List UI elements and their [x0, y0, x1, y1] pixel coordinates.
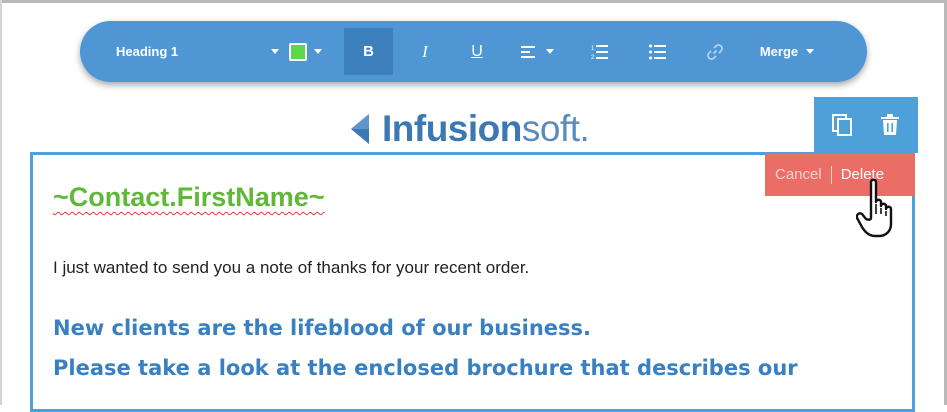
svg-text:1: 1 [591, 46, 595, 52]
cancel-delete-button[interactable]: Cancel [775, 166, 822, 183]
text-color-dropdown[interactable] [285, 21, 325, 82]
heading-style-label: Heading 1 [116, 44, 179, 59]
merge-field-heading[interactable]: ~Contact.FirstName~ [53, 182, 325, 213]
trash-icon[interactable] [878, 113, 902, 137]
window-frame-left [0, 0, 2, 405]
underline-label: U [471, 42, 483, 60]
promo-paragraph-line[interactable]: New clients are the lifeblood of our bus… [53, 316, 591, 340]
heading-style-dropdown[interactable]: Heading 1 [116, 21, 279, 82]
chevron-down-icon [806, 49, 815, 54]
svg-text:2: 2 [591, 55, 595, 60]
bold-button[interactable]: B [344, 28, 393, 75]
link-icon [707, 43, 723, 60]
chevron-down-icon [271, 49, 279, 54]
unordered-list-button[interactable] [643, 21, 673, 82]
window-frame-top [0, 0, 947, 3]
chevron-down-icon [313, 49, 322, 54]
logo-mark-icon [351, 114, 369, 144]
italic-button[interactable]: I [410, 21, 440, 82]
unordered-list-icon [649, 44, 666, 59]
promo-paragraph-line[interactable]: Please take a look at the enclosed broch… [53, 356, 798, 380]
italic-label: I [422, 41, 428, 61]
logo-wordmark: Infusionsoft. [382, 108, 590, 150]
insert-link-button[interactable] [700, 21, 730, 82]
merge-field-dropdown[interactable]: Merge [752, 21, 822, 82]
trash-icon-glyph [881, 114, 899, 135]
hand-pointer-cursor-icon [856, 178, 893, 238]
underline-button[interactable]: U [462, 21, 492, 82]
divider [830, 165, 832, 184]
align-left-icon [521, 45, 535, 58]
ordered-list-icon: 1 2 [591, 44, 608, 60]
logo-text-bold: Infusion [382, 108, 522, 149]
bold-label: B [363, 43, 374, 60]
copy-icon-glyph [832, 114, 852, 136]
logo-text-light: soft. [521, 108, 590, 149]
align-dropdown[interactable] [510, 21, 565, 82]
ordered-list-button[interactable]: 1 2 [585, 21, 615, 82]
chevron-down-icon [546, 49, 554, 54]
intro-paragraph[interactable]: I just wanted to send you a note of than… [53, 258, 529, 278]
merge-label: Merge [759, 44, 799, 59]
color-swatch-icon [288, 42, 307, 61]
copy-icon[interactable] [830, 113, 854, 137]
text-formatting-toolbar: Heading 1 B I U 1 2 Merge [80, 21, 867, 82]
infusionsoft-logo: Infusionsoft. [347, 106, 590, 152]
block-action-bar [814, 97, 918, 153]
